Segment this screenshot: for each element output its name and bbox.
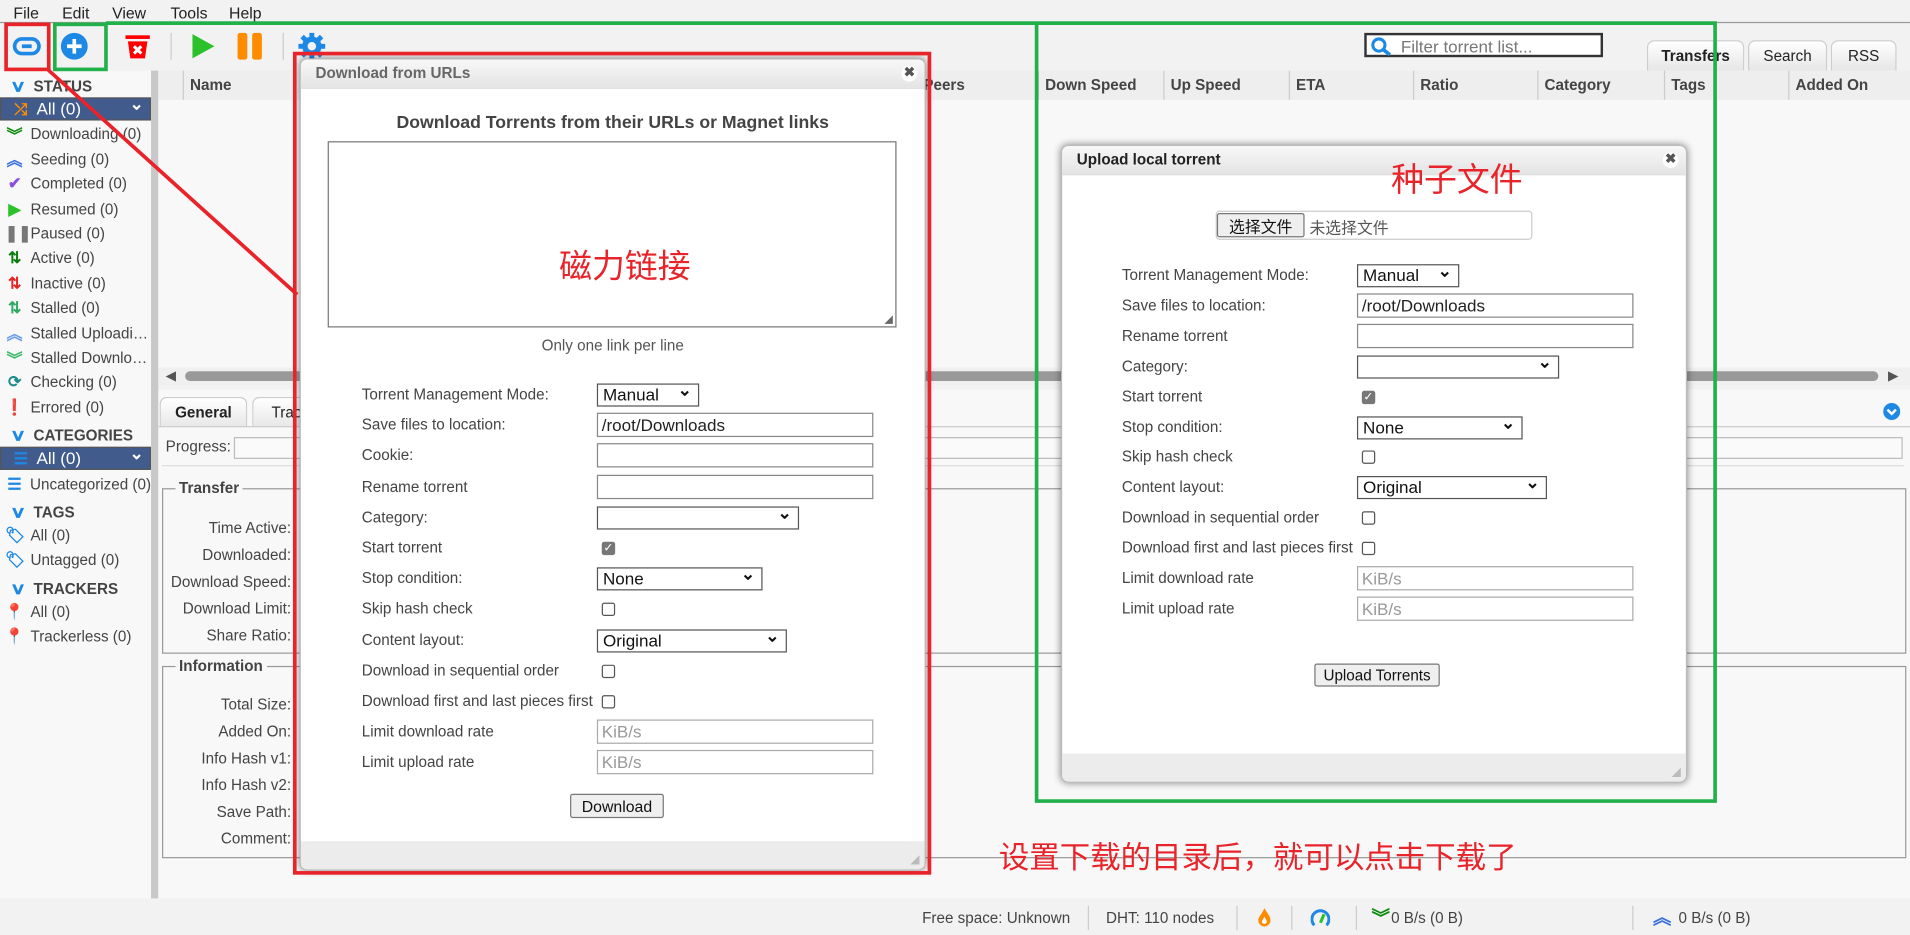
annotation-overlay — [4, 21, 1717, 875]
annotation-torrent-file-label: 种子文件 — [1391, 161, 1523, 199]
annotation-green-outline — [105, 21, 1717, 803]
qbittorrent-webui: File Edit View Tools Help Filter torrent… — [0, 0, 1910, 935]
annotation-red-box-dialog — [292, 51, 932, 875]
annotation-red-box-link — [4, 22, 51, 72]
annotation-magnet-label: 磁力链接 — [559, 248, 691, 285]
annotation-instruction: 设置下载的目录后，就可以点击下载了 — [998, 841, 1517, 876]
annotation-green-box-add — [52, 22, 108, 72]
annotation-red-line — [45, 66, 299, 296]
